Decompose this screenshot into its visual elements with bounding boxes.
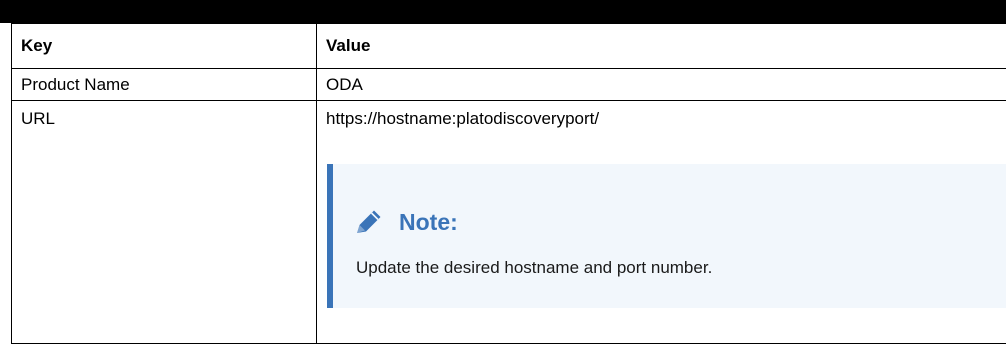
table-header-row: Key Value — [11, 23, 1006, 69]
top-rule — [0, 0, 1006, 23]
cell-value-url: https://hostname:platodiscoveryport/ Not… — [316, 100, 1006, 344]
page: Key Value Product Name ODA URL https://h… — [0, 0, 1006, 362]
header-key: Key — [11, 23, 317, 69]
pencil-icon — [357, 210, 381, 233]
key-value-table: Key Value Product Name ODA URL https://h… — [11, 23, 1006, 344]
cell-value-product-name: ODA — [316, 68, 1006, 101]
header-value: Value — [316, 23, 1006, 69]
table-row: URL https://hostname:platodiscoveryport/… — [11, 100, 1006, 344]
note-header: Note: — [353, 207, 458, 237]
table-row: Product Name ODA — [11, 68, 1006, 101]
url-text: https://hostname:platodiscoveryport/ — [326, 109, 600, 128]
note-text: Update the desired hostname and port num… — [356, 258, 713, 277]
note-title: Note: — [399, 209, 458, 235]
cell-key-url: URL — [11, 100, 317, 344]
cell-key-product-name: Product Name — [11, 68, 317, 101]
note-callout: Note: Update the desired hostname and po… — [327, 164, 1006, 308]
